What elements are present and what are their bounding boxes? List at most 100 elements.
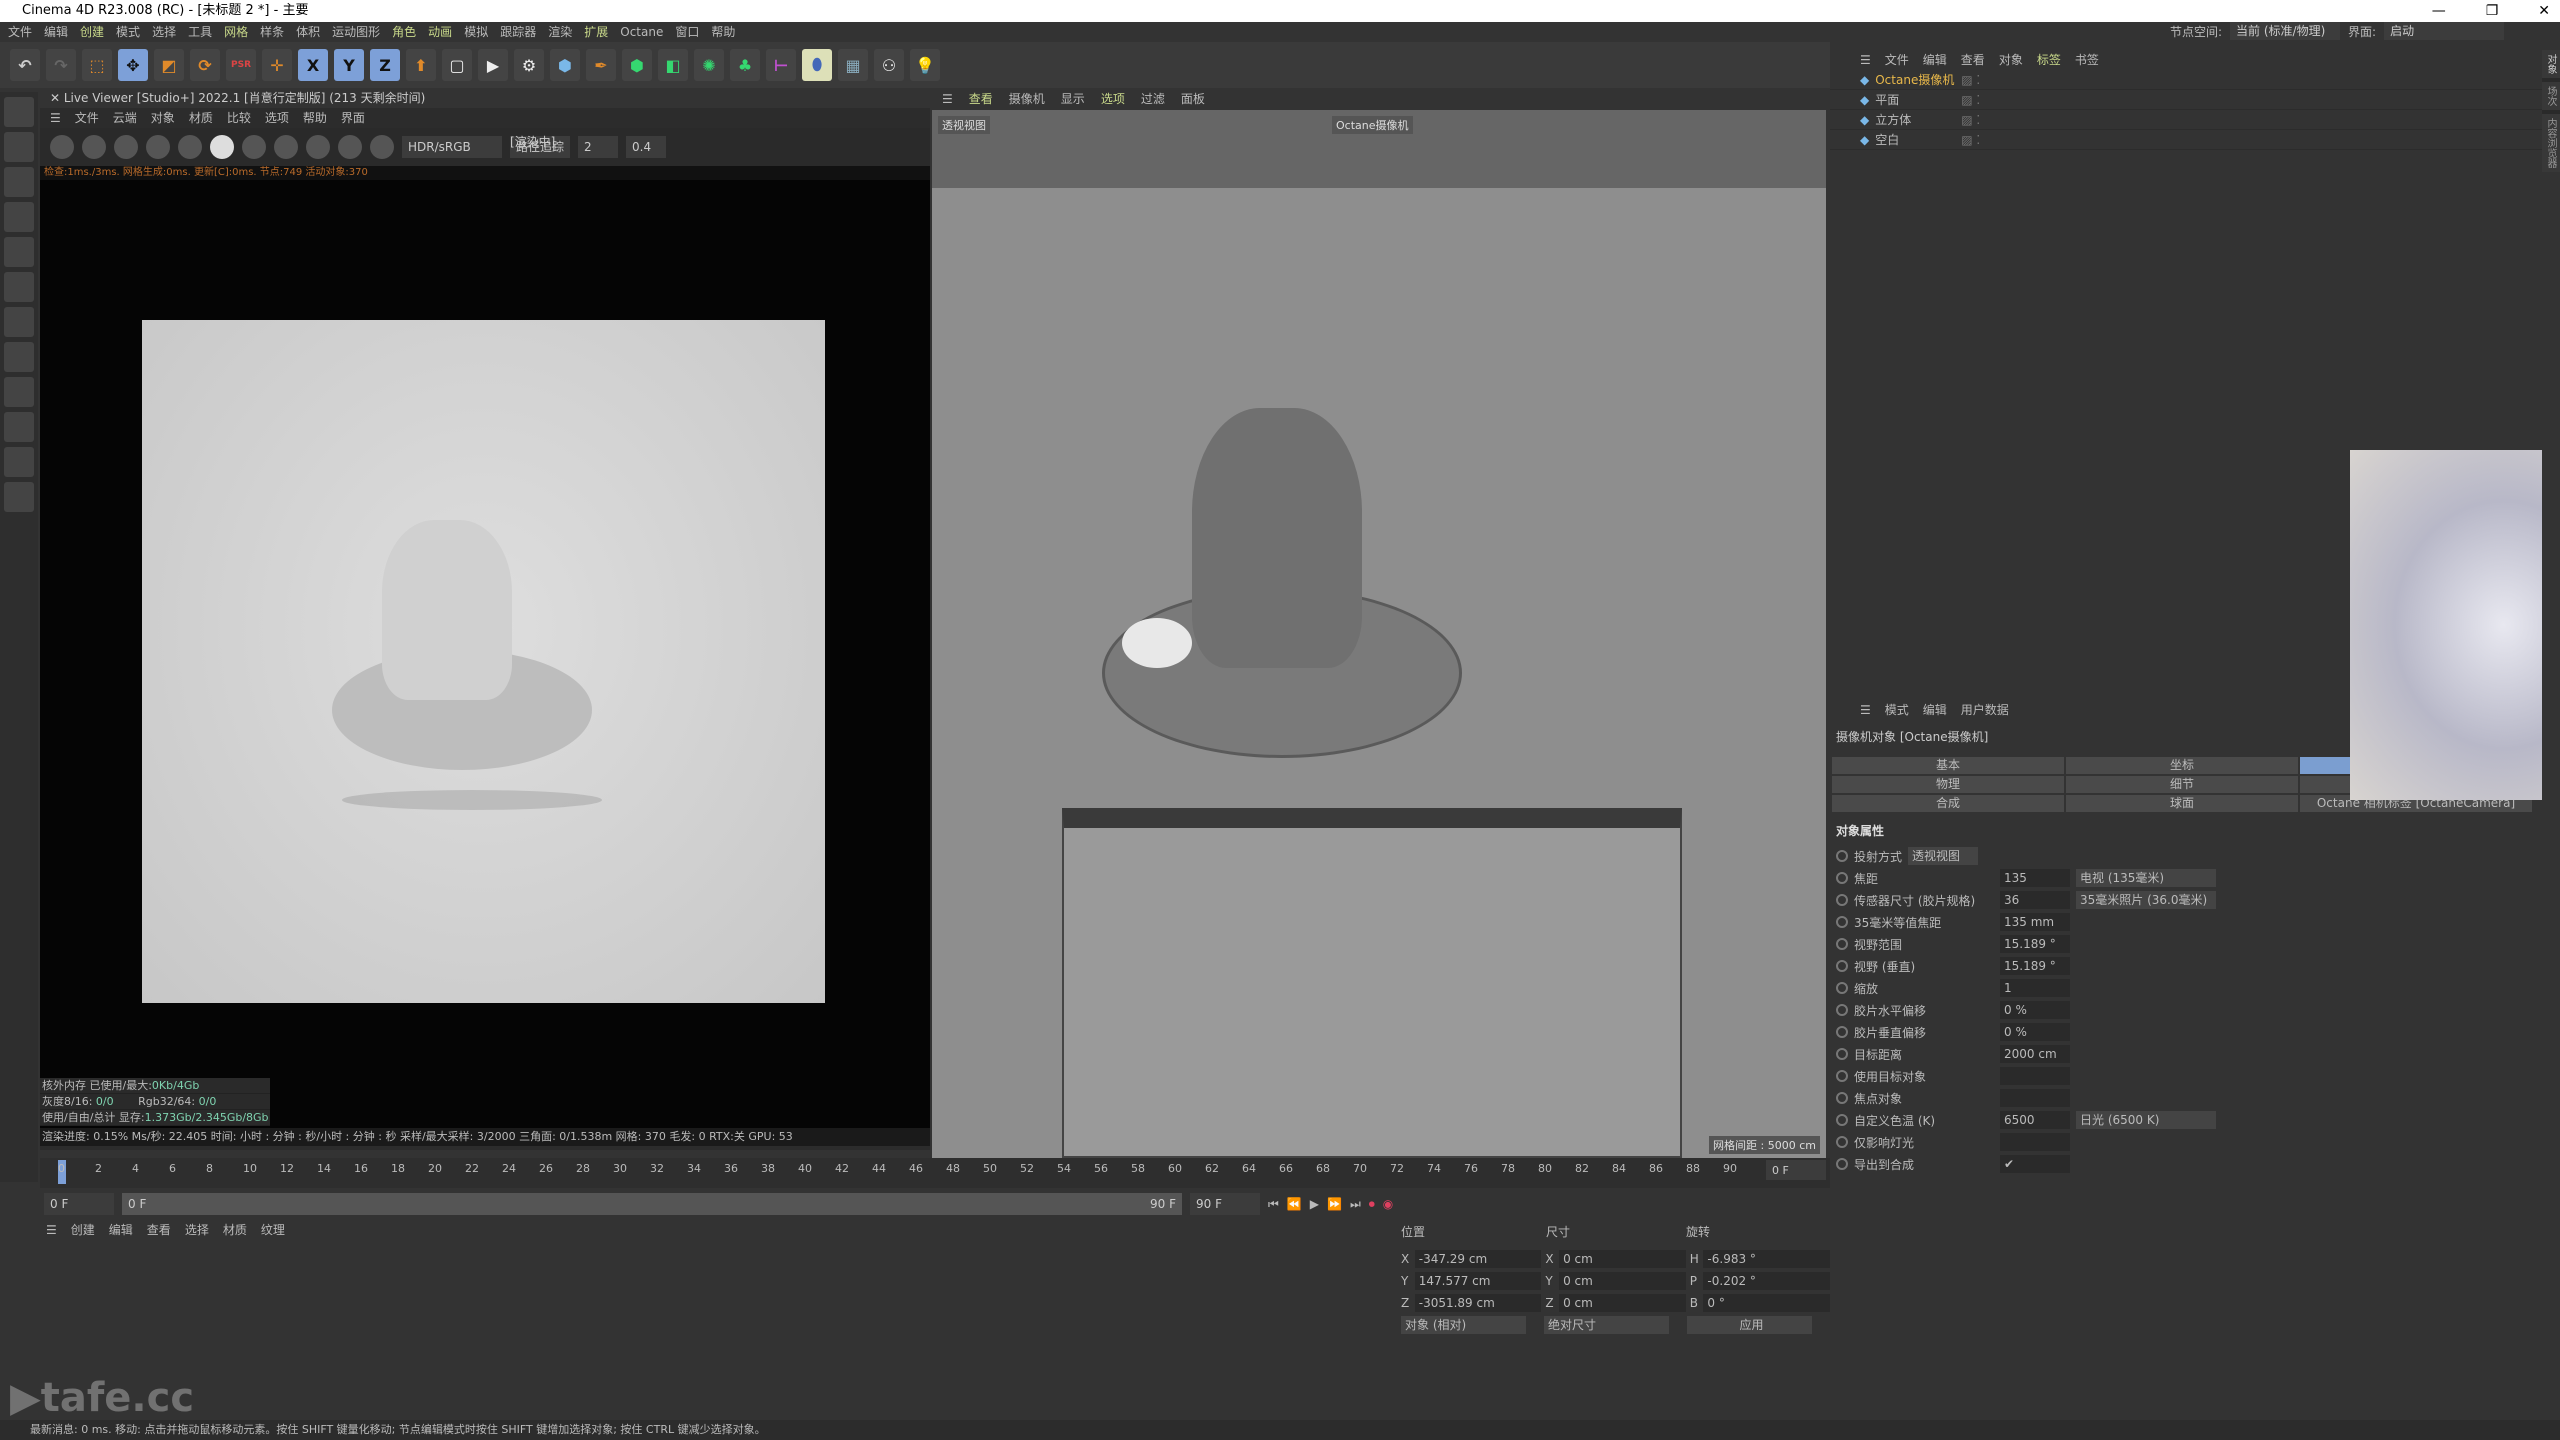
menu-item[interactable]: 标签 bbox=[2037, 50, 2061, 70]
coord-field[interactable]: -6.983 ° bbox=[1703, 1250, 1831, 1268]
menu-item-8[interactable]: 体积 bbox=[296, 22, 320, 42]
psr-tool[interactable]: PSR bbox=[226, 49, 256, 81]
menu-item-16[interactable]: Octane bbox=[620, 22, 663, 42]
side-tab-objects[interactable]: 对象 bbox=[2542, 50, 2560, 78]
animate-icon[interactable] bbox=[1836, 1070, 1848, 1082]
tab-6[interactable]: 合成 bbox=[1832, 795, 2064, 812]
menu-item[interactable]: 模式 bbox=[1885, 700, 1909, 720]
object-name[interactable]: 立方体 bbox=[1875, 110, 1955, 129]
viewport-menu-item[interactable]: 显示 bbox=[1061, 88, 1085, 110]
object-name[interactable]: Octane摄像机 bbox=[1875, 70, 1955, 89]
animate-icon[interactable] bbox=[1836, 872, 1848, 884]
menu-item-5[interactable]: 工具 bbox=[188, 22, 212, 42]
shoe-model[interactable] bbox=[1062, 388, 1482, 808]
lv-menu-item[interactable]: 选项 bbox=[265, 108, 289, 128]
value1-field[interactable]: 2 bbox=[578, 136, 618, 158]
animate-icon[interactable] bbox=[1836, 1158, 1848, 1170]
property-value[interactable]: ✔ bbox=[2000, 1155, 2070, 1173]
animate-icon[interactable] bbox=[1836, 1092, 1848, 1104]
property-preset[interactable]: 电视 (135毫米) bbox=[2076, 869, 2216, 887]
move-tool[interactable]: ✥ bbox=[118, 49, 148, 81]
light-button[interactable]: 💡 bbox=[910, 49, 940, 81]
coord-field[interactable]: -347.29 cm bbox=[1414, 1250, 1542, 1268]
property-value[interactable]: 0 % bbox=[2000, 1023, 2070, 1041]
node-space-select[interactable]: 当前 (标准/物理) bbox=[2230, 22, 2341, 40]
s-plugin-button-2[interactable] bbox=[4, 412, 34, 442]
s-plugin-button[interactable] bbox=[4, 377, 34, 407]
camera-label[interactable]: Octane摄像机 bbox=[1332, 116, 1413, 134]
next-key-icon[interactable]: ⏩ bbox=[1327, 1197, 1342, 1211]
visibility-icon[interactable]: ▨ ⁚ bbox=[1961, 110, 1980, 129]
menu-item-13[interactable]: 跟踪器 bbox=[500, 22, 536, 42]
coord-field[interactable]: 0 ° bbox=[1703, 1294, 1831, 1312]
lv-menu-item[interactable]: 比较 bbox=[227, 108, 251, 128]
pause-icon[interactable] bbox=[114, 135, 138, 159]
object-name[interactable]: 平面 bbox=[1875, 90, 1955, 109]
menu-item-0[interactable]: 文件 bbox=[8, 22, 32, 42]
floor-button[interactable]: ⬮ bbox=[802, 49, 832, 81]
menu-icon[interactable]: ☰ bbox=[50, 108, 61, 128]
lv-menu-item[interactable]: 文件 bbox=[75, 108, 99, 128]
menu-item[interactable]: 编辑 bbox=[1923, 50, 1947, 70]
menu-item-2[interactable]: 创建 bbox=[80, 22, 104, 42]
visibility-icon[interactable]: ▨ ⁚ bbox=[1961, 130, 1980, 149]
pick-icon[interactable] bbox=[306, 135, 330, 159]
tab-4[interactable]: 细节 bbox=[2066, 776, 2298, 793]
menu-item[interactable]: 编辑 bbox=[1923, 700, 1947, 720]
menu-item[interactable]: 查看 bbox=[1961, 50, 1985, 70]
coord-field[interactable]: 147.577 cm bbox=[1414, 1272, 1542, 1290]
viewport-menu-item[interactable]: 过滤 bbox=[1141, 88, 1165, 110]
scale-tool[interactable]: ◩ bbox=[154, 49, 184, 81]
f-icon[interactable] bbox=[338, 135, 362, 159]
camera-button[interactable]: ⚇ bbox=[874, 49, 904, 81]
maximize-button[interactable]: ❐ bbox=[2486, 0, 2499, 22]
menu-item-12[interactable]: 模拟 bbox=[464, 22, 488, 42]
object-row[interactable]: ◆ 平面 ▨ ⁚ bbox=[1830, 90, 2560, 110]
property-preset[interactable]: 日光 (6500 K) bbox=[2076, 1111, 2216, 1129]
coord-field[interactable]: 0 cm bbox=[1559, 1250, 1686, 1268]
timeline-ruler[interactable]: 0 F 0 2 4 6 8 10 12 14 16 18 20 22 24 26 28 30 32 34 36 38 40… bbox=[40, 1158, 1830, 1188]
extrude-button[interactable]: ◧ bbox=[658, 49, 688, 81]
property-preset[interactable]: 35毫米照片 (36.0毫米) bbox=[2076, 891, 2216, 909]
visibility-icon[interactable]: ▨ ⁚ bbox=[1961, 90, 1980, 109]
tab-7[interactable]: 球面 bbox=[2066, 795, 2298, 812]
paint-button[interactable] bbox=[4, 482, 34, 512]
menu-item[interactable]: 编辑 bbox=[109, 1220, 133, 1240]
focus-icon[interactable] bbox=[274, 135, 298, 159]
property-value[interactable]: 15.189 ° bbox=[2000, 935, 2070, 953]
property-value[interactable]: 0 % bbox=[2000, 1001, 2070, 1019]
tab-0[interactable]: 基本 bbox=[1832, 757, 2064, 774]
object-row[interactable]: ◆ Octane摄像机 ▨ ⁚ bbox=[1830, 70, 2560, 90]
play-icon[interactable]: ▶ bbox=[1310, 1197, 1319, 1211]
redo-button[interactable]: ↷ bbox=[46, 49, 76, 81]
animate-icon[interactable] bbox=[1836, 1026, 1848, 1038]
polygons-mode-button[interactable] bbox=[4, 237, 34, 267]
cloner-button[interactable]: ✺ bbox=[694, 49, 724, 81]
subdivision-button[interactable]: ⬢ bbox=[622, 49, 652, 81]
model-mode-button[interactable] bbox=[4, 97, 34, 127]
workplane-button[interactable] bbox=[4, 342, 34, 372]
animate-icon[interactable] bbox=[1836, 982, 1848, 994]
snap-button[interactable] bbox=[4, 307, 34, 337]
lv-menu-item[interactable]: 界面 bbox=[341, 108, 365, 128]
apply-button[interactable]: 应用 bbox=[1687, 1316, 1812, 1334]
menu-item[interactable]: 文件 bbox=[1885, 50, 1909, 70]
menu-icon[interactable]: ☰ bbox=[1860, 700, 1871, 720]
go-start-icon[interactable]: ⏮ bbox=[1268, 1197, 1279, 1212]
menu-item[interactable]: 创建 bbox=[71, 1220, 95, 1240]
animate-icon[interactable] bbox=[1836, 850, 1848, 862]
coordinate-system-button[interactable]: ⬆ bbox=[406, 49, 436, 81]
animate-icon[interactable] bbox=[1836, 894, 1848, 906]
send-scene-icon[interactable] bbox=[50, 135, 74, 159]
start-frame-field[interactable]: 0 F bbox=[44, 1193, 114, 1215]
render-view-button[interactable]: ▶ bbox=[478, 49, 508, 81]
menu-item[interactable]: 材质 bbox=[223, 1220, 247, 1240]
menu-item[interactable]: 选择 bbox=[185, 1220, 209, 1240]
visibility-icon[interactable]: ▨ ⁚ bbox=[1961, 70, 1980, 89]
undo-button[interactable]: ↶ bbox=[10, 49, 40, 81]
object-name[interactable]: 空白 bbox=[1875, 130, 1955, 149]
viewport-menu-item[interactable]: 面板 bbox=[1181, 88, 1205, 110]
property-value[interactable]: 36 bbox=[2000, 891, 2070, 909]
menu-item-4[interactable]: 选择 bbox=[152, 22, 176, 42]
coord-mode-select[interactable]: 对象 (相对) bbox=[1401, 1316, 1526, 1334]
